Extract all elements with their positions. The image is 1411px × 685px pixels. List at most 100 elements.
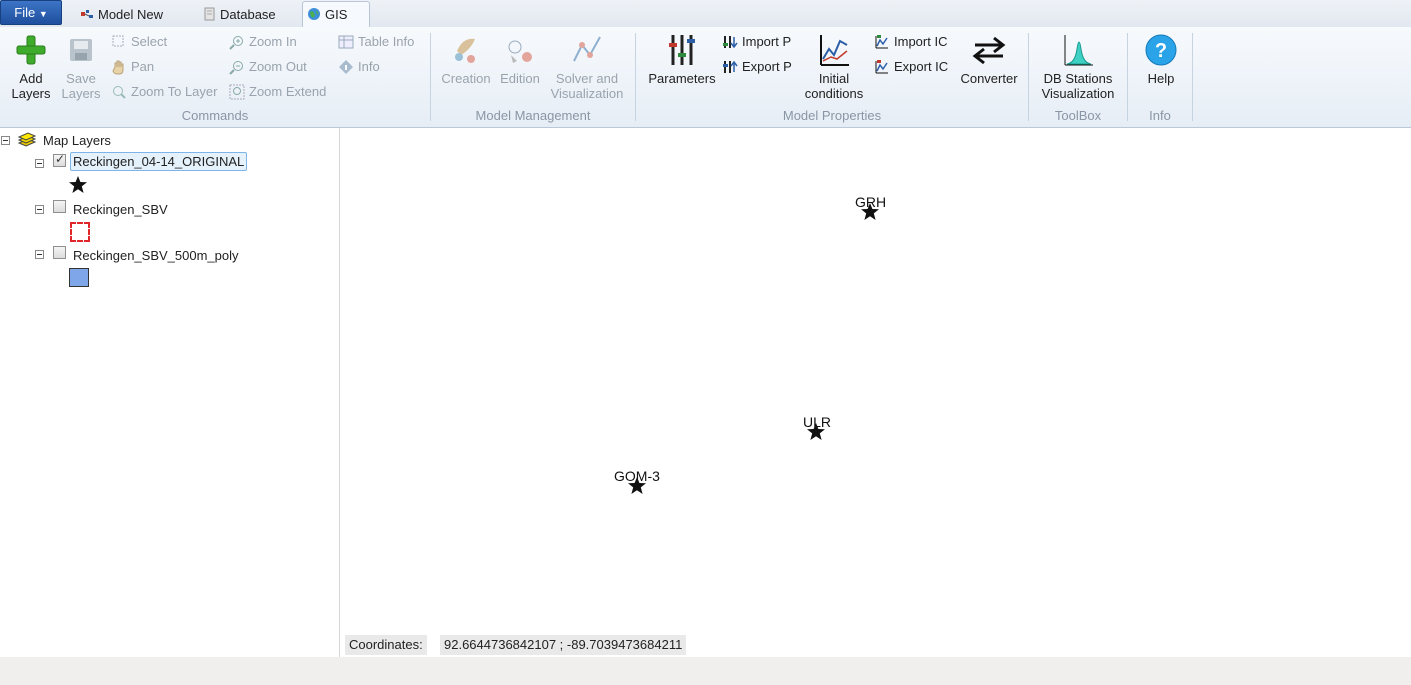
ribbon-separator (1192, 33, 1193, 121)
table-icon (338, 35, 354, 49)
export-p-button[interactable]: Export P (722, 57, 792, 77)
solver-label: Solver and Visualization (550, 71, 624, 101)
help-icon: ? (1145, 34, 1177, 66)
model-management-group: Creation Edition Solver and Visualizatio… (431, 27, 635, 127)
select-label: Select (131, 34, 168, 49)
model-properties-group: Parameters Import P Export P Initial con… (636, 27, 1028, 127)
file-menu-button[interactable]: File ▼ (0, 0, 62, 25)
info-icon (339, 60, 353, 74)
star-icon (807, 423, 825, 440)
coordinates-value: 92.6644736842107 ; -89.7039473684211 (440, 635, 687, 655)
add-layers-button[interactable]: Add Layers (8, 31, 54, 101)
creation-icon (455, 38, 475, 63)
import-ic-label: Import IC (894, 34, 948, 49)
import-ic-icon (875, 35, 888, 49)
commands-group: Add Layers Save Layers Select Pan Zoom T… (0, 27, 430, 127)
model-icon (81, 10, 93, 18)
pan-button[interactable]: Pan (111, 57, 154, 77)
add-layers-label: Add Layers (11, 71, 51, 101)
sliders-icon (669, 35, 695, 65)
star-icon (69, 176, 87, 193)
globe-icon (308, 8, 320, 20)
zoom-in-icon (229, 36, 243, 50)
hand-icon (112, 60, 124, 75)
edition-button[interactable]: Edition (495, 31, 545, 86)
tab-gis[interactable]: GIS (302, 1, 370, 27)
layers-icon (17, 132, 37, 147)
tab-label: GIS (325, 7, 348, 22)
creation-label: Creation (441, 71, 491, 86)
zoom-extend-button[interactable]: Zoom Extend (229, 82, 326, 102)
export-p-label: Export P (742, 59, 792, 74)
layer-item-reckingen-original[interactable]: Reckingen_04-14_ORIGINAL (70, 152, 248, 171)
zoom-to-layer-button[interactable]: Zoom To Layer (111, 82, 217, 102)
tab-label: Database (220, 7, 276, 22)
tree-collapse-toggle[interactable] (35, 250, 44, 259)
save-layers-label: Save Layers (61, 71, 101, 101)
star-icon (628, 477, 646, 494)
save-layers-icon (70, 39, 92, 61)
ribbon-tab-strip: File ▼ Model New Database GIS (0, 0, 1411, 28)
import-p-label: Import P (742, 34, 792, 49)
ribbon: Add Layers Save Layers Select Pan Zoom T… (0, 27, 1411, 128)
tree-collapse-toggle[interactable] (35, 205, 44, 214)
toolbox-group: DB Stations Visualization ToolBox (1029, 27, 1127, 127)
tree-collapse-toggle[interactable] (1, 136, 10, 145)
zoom-out-icon (229, 61, 243, 75)
plus-icon (16, 35, 46, 65)
export-ic-button[interactable]: Export IC (874, 57, 948, 77)
solver-visualization-button[interactable]: Solver and Visualization (547, 31, 627, 101)
import-icon (723, 36, 738, 49)
zoom-to-layer-label: Zoom To Layer (131, 84, 218, 99)
layer-visibility-checkbox[interactable] (53, 200, 66, 213)
database-icon (204, 7, 215, 21)
zoom-out-button[interactable]: Zoom Out (229, 57, 307, 77)
map-layers-root-label: Map Layers (43, 133, 111, 148)
tab-model-new[interactable]: Model New (76, 2, 176, 27)
converter-button[interactable]: Converter (954, 31, 1024, 86)
info-button[interactable]: Info (338, 57, 380, 77)
help-button[interactable]: ? Help (1136, 31, 1186, 86)
db-stations-visualization-button[interactable]: DB Stations Visualization (1035, 31, 1121, 101)
layer-item-reckingen-sbv[interactable]: Reckingen_SBV (73, 202, 168, 217)
table-info-label: Table Info (358, 34, 415, 49)
import-p-button[interactable]: Import P (722, 32, 791, 52)
map-layers-tree: Map Layers ✓ Reckingen_04-14_ORIGINAL Re… (0, 128, 340, 657)
tab-label: Model New (98, 7, 164, 22)
parameters-label: Parameters (648, 71, 716, 86)
select-button[interactable]: Select (111, 32, 167, 52)
edition-icon (508, 40, 532, 63)
tree-collapse-toggle[interactable] (35, 159, 44, 168)
file-menu-label: File (14, 5, 36, 20)
coordinates-label: Coordinates: (345, 635, 427, 655)
pan-label: Pan (131, 59, 155, 74)
export-ic-icon (875, 60, 888, 74)
db-stations-label: DB Stations Visualization (1041, 71, 1115, 101)
table-info-button[interactable]: Table Info (338, 32, 414, 52)
save-layers-button[interactable]: Save Layers (60, 31, 102, 101)
dashed-square-symbol-icon (70, 222, 90, 242)
layer-visibility-checkbox[interactable]: ✓ (53, 152, 66, 167)
info-group: ? Help Info (1128, 27, 1192, 127)
import-ic-button[interactable]: Import IC (874, 32, 947, 52)
edition-label: Edition (500, 71, 540, 86)
chevron-down-icon: ▼ (38, 9, 48, 19)
model-properties-group-label: Model Properties (782, 108, 882, 123)
initial-conditions-label: Initial conditions (804, 71, 864, 101)
distribution-chart-icon (1064, 35, 1093, 66)
zoom-to-layer-icon (113, 86, 126, 99)
parameters-button[interactable]: Parameters (646, 31, 718, 86)
layer-visibility-checkbox[interactable] (53, 246, 66, 259)
export-ic-label: Export IC (894, 59, 949, 74)
model-management-group-label: Model Management (475, 108, 591, 123)
layer-item-reckingen-sbv-500m-poly[interactable]: Reckingen_SBV_500m_poly (73, 248, 239, 263)
tab-database[interactable]: Database (198, 2, 288, 27)
initial-conditions-button[interactable]: Initial conditions (798, 31, 870, 101)
map-canvas[interactable]: GRH ULR GOM-3 (340, 128, 1411, 657)
zoom-extend-label: Zoom Extend (249, 84, 327, 99)
star-icon (861, 203, 879, 220)
svg-text:?: ? (1155, 40, 1167, 62)
creation-button[interactable]: Creation (439, 31, 493, 86)
zoom-extend-icon (229, 84, 245, 100)
zoom-in-button[interactable]: Zoom In (229, 32, 297, 52)
